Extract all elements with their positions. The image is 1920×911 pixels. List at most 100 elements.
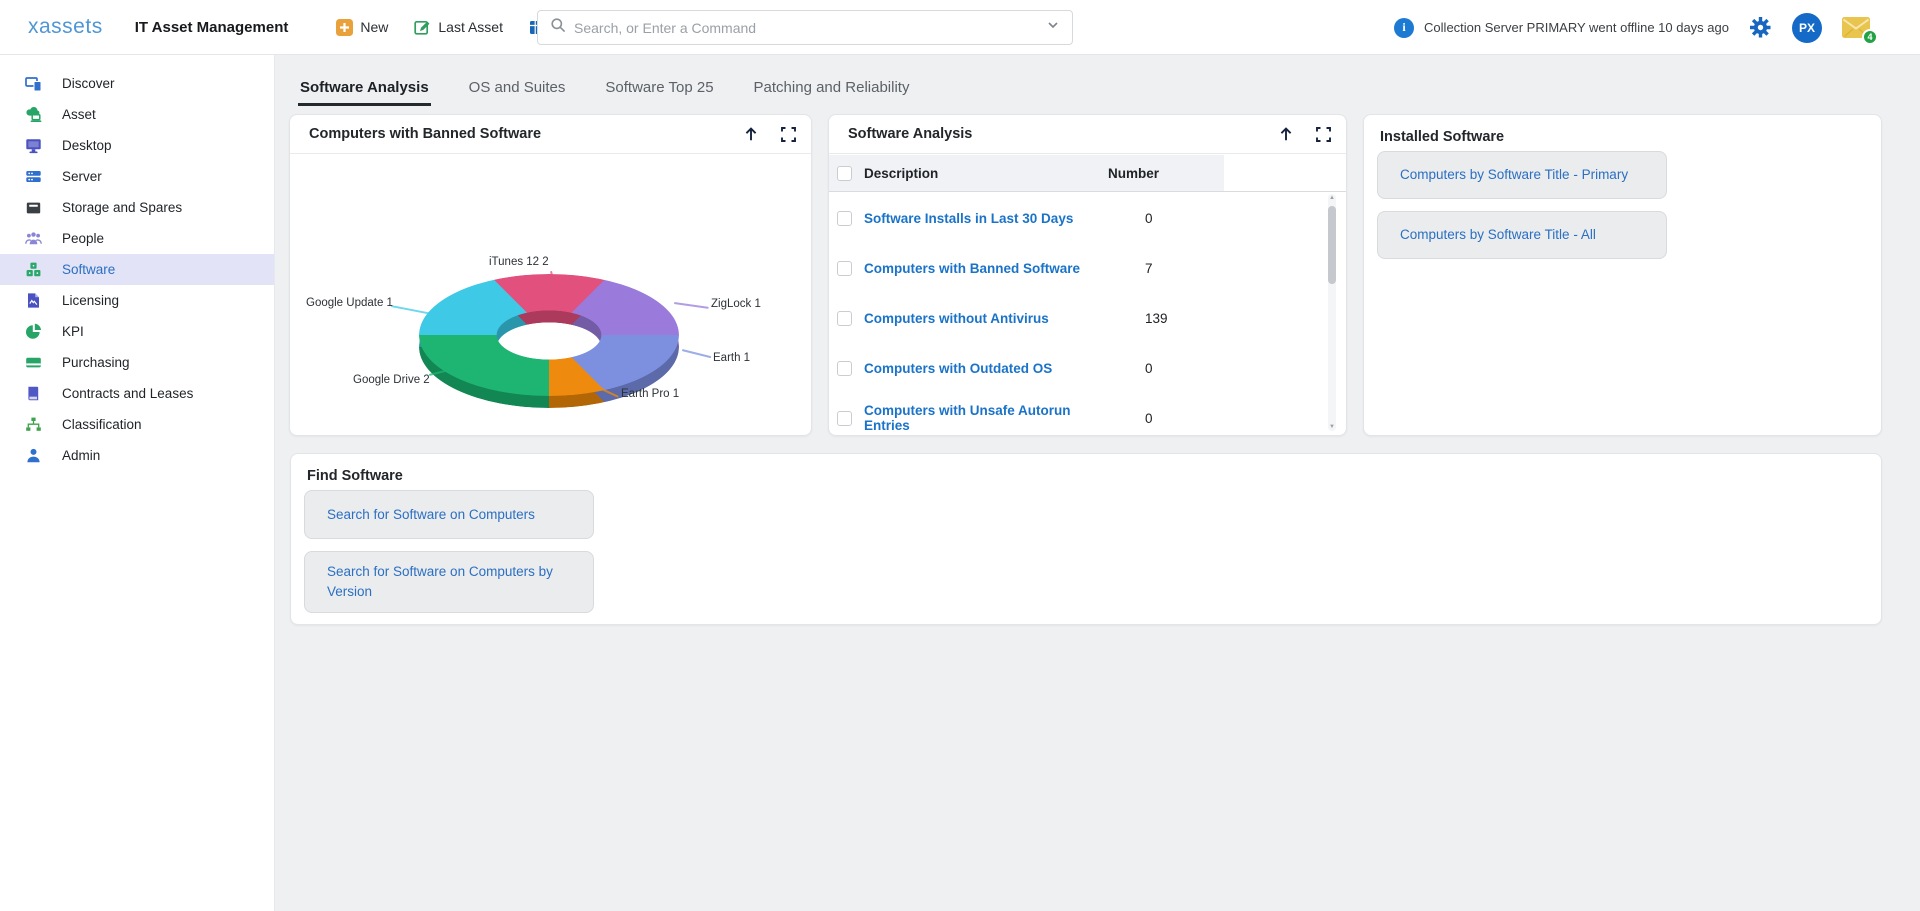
sidebar-item-server[interactable]: Server xyxy=(0,161,274,192)
table-row: Computers with Outdated OS 0 xyxy=(829,343,1346,393)
kpi-icon xyxy=(25,323,42,340)
asset-icon xyxy=(25,106,42,123)
card-analysis-title: Software Analysis xyxy=(848,126,1278,142)
description-link[interactable]: Computers with Outdated OS xyxy=(864,361,1108,376)
search-software-on-computers-button[interactable]: Search for Software on Computers xyxy=(304,490,594,539)
button-label: Search for Software on Computers by Vers… xyxy=(327,562,575,601)
sidebar-item-classification[interactable]: Classification xyxy=(0,409,274,440)
sidebar-item-licensing[interactable]: Licensing xyxy=(0,285,274,316)
admin-icon xyxy=(25,447,42,464)
mail-button[interactable]: 4 xyxy=(1842,17,1872,39)
topbar: xassets IT Asset Management New Last Ass… xyxy=(0,0,1920,55)
card-find-software: Find Software Search for Software on Com… xyxy=(290,453,1882,625)
select-all-checkbox[interactable] xyxy=(837,166,852,181)
table-row: Software Installs in Last 30 Days 0 xyxy=(829,193,1346,243)
table-row: Computers with Unsafe Autorun Entries 0 xyxy=(829,393,1346,436)
chart-label-line xyxy=(682,349,712,358)
card-find-title: Find Software xyxy=(307,468,403,484)
new-icon xyxy=(336,19,353,36)
tab-bar: Software Analysis OS and Suites Software T… xyxy=(298,75,947,106)
chart-slice-label: Google Drive 2 xyxy=(353,374,430,386)
description-link[interactable]: Computers without Antivirus xyxy=(864,311,1108,326)
sidebar-item-purchasing[interactable]: Purchasing xyxy=(0,347,274,378)
gear-icon[interactable] xyxy=(1749,16,1772,39)
command-searchbox[interactable] xyxy=(537,10,1073,45)
last-asset-button[interactable]: Last Asset xyxy=(414,19,503,36)
number-value: 0 xyxy=(1108,361,1346,376)
number-value: 7 xyxy=(1108,261,1346,276)
chart-slice-label: iTunes 12 2 xyxy=(489,256,549,268)
chart-label-line xyxy=(674,302,709,309)
server-icon xyxy=(25,168,42,185)
chevron-down-icon[interactable] xyxy=(1046,18,1060,37)
donut-top-layer xyxy=(419,274,679,396)
donut-chart[interactable] xyxy=(419,274,679,396)
computers-by-software-title-all-button[interactable]: Computers by Software Title - All xyxy=(1377,211,1667,259)
description-link[interactable]: Software Installs in Last 30 Days xyxy=(864,211,1108,226)
expand-icon[interactable] xyxy=(781,127,796,142)
row-checkbox[interactable] xyxy=(837,261,852,276)
sidebar-item-label: Contracts and Leases xyxy=(62,386,193,401)
row-checkbox[interactable] xyxy=(837,211,852,226)
sidebar-item-desktop[interactable]: Desktop xyxy=(0,130,274,161)
tab-os-and-suites[interactable]: OS and Suites xyxy=(467,75,568,106)
export-arrow-up-icon[interactable] xyxy=(743,126,759,142)
chart-slice-label: Google Update 1 xyxy=(306,297,393,309)
tab-software-top-25[interactable]: Software Top 25 xyxy=(603,75,715,106)
row-checkbox[interactable] xyxy=(837,361,852,376)
sidebar-item-asset[interactable]: Asset xyxy=(0,99,274,130)
search-input[interactable] xyxy=(574,20,1046,36)
sidebar-item-label: Admin xyxy=(62,448,100,463)
tab-software-analysis[interactable]: Software Analysis xyxy=(298,75,431,106)
table-scrollbar[interactable]: ▲ ▼ xyxy=(1328,194,1336,431)
avatar[interactable]: PX xyxy=(1792,13,1822,43)
computers-by-software-title-primary-button[interactable]: Computers by Software Title - Primary xyxy=(1377,151,1667,199)
number-value: 0 xyxy=(1108,411,1346,426)
desktop-icon xyxy=(25,137,42,154)
description-link[interactable]: Computers with Unsafe Autorun Entries xyxy=(864,403,1108,433)
new-button[interactable]: New xyxy=(336,19,388,36)
sidebar-item-kpi[interactable]: KPI xyxy=(0,316,274,347)
sidebar-item-people[interactable]: People xyxy=(0,223,274,254)
banned-software-chart: iTunes 12 2ZigLock 1Earth 1Earth Pro 1Go… xyxy=(290,155,811,435)
scrollbar-thumb[interactable] xyxy=(1328,206,1336,284)
app-logo[interactable]: xassets xyxy=(28,15,103,39)
chart-slice-label: Earth Pro 1 xyxy=(621,388,679,400)
row-checkbox[interactable] xyxy=(837,311,852,326)
sidebar-item-admin[interactable]: Admin xyxy=(0,440,274,471)
search-software-on-computers-by-version-button[interactable]: Search for Software on Computers by Vers… xyxy=(304,551,594,613)
sidebar-item-software[interactable]: Software xyxy=(0,254,274,285)
button-label: New xyxy=(360,19,388,35)
sidebar-item-label: Desktop xyxy=(62,138,112,153)
card-software-analysis: Software Analysis Description Number Sof… xyxy=(828,114,1347,436)
people-icon xyxy=(25,230,42,247)
main-content: Software Analysis OS and Suites Software T… xyxy=(275,55,1920,911)
column-header-number: Number xyxy=(1108,166,1224,181)
search-icon xyxy=(550,17,566,38)
column-header-description: Description xyxy=(864,166,1108,181)
sidebar-item-label: Asset xyxy=(62,107,96,122)
number-value: 0 xyxy=(1108,211,1346,226)
page-title: IT Asset Management xyxy=(135,19,289,36)
topbar-right: i Collection Server PRIMARY went offline… xyxy=(1394,0,1872,55)
discover-icon xyxy=(25,75,42,92)
licensing-icon xyxy=(25,292,42,309)
button-label: Computers by Software Title - Primary xyxy=(1400,165,1628,185)
sidebar-item-contracts-and-leases[interactable]: Contracts and Leases xyxy=(0,378,274,409)
contracts-icon xyxy=(25,385,42,402)
description-link[interactable]: Computers with Banned Software xyxy=(864,261,1108,276)
export-arrow-up-icon[interactable] xyxy=(1278,126,1294,142)
sidebar-item-label: Purchasing xyxy=(62,355,130,370)
mail-badge: 4 xyxy=(1862,29,1878,45)
sidebar-item-storage-and-spares[interactable]: Storage and Spares xyxy=(0,192,274,223)
chart-slice-label: Earth 1 xyxy=(713,352,750,364)
sidebar-item-discover[interactable]: Discover xyxy=(0,68,274,99)
info-icon[interactable]: i xyxy=(1394,18,1414,38)
sidebar-item-label: Server xyxy=(62,169,102,184)
sidebar-item-label: Classification xyxy=(62,417,142,432)
row-checkbox[interactable] xyxy=(837,411,852,426)
tab-patching-and-reliability[interactable]: Patching and Reliability xyxy=(752,75,912,106)
button-label: Computers by Software Title - All xyxy=(1400,225,1596,245)
expand-icon[interactable] xyxy=(1316,127,1331,142)
table-body: Software Installs in Last 30 Days 0 Comp… xyxy=(829,193,1346,436)
